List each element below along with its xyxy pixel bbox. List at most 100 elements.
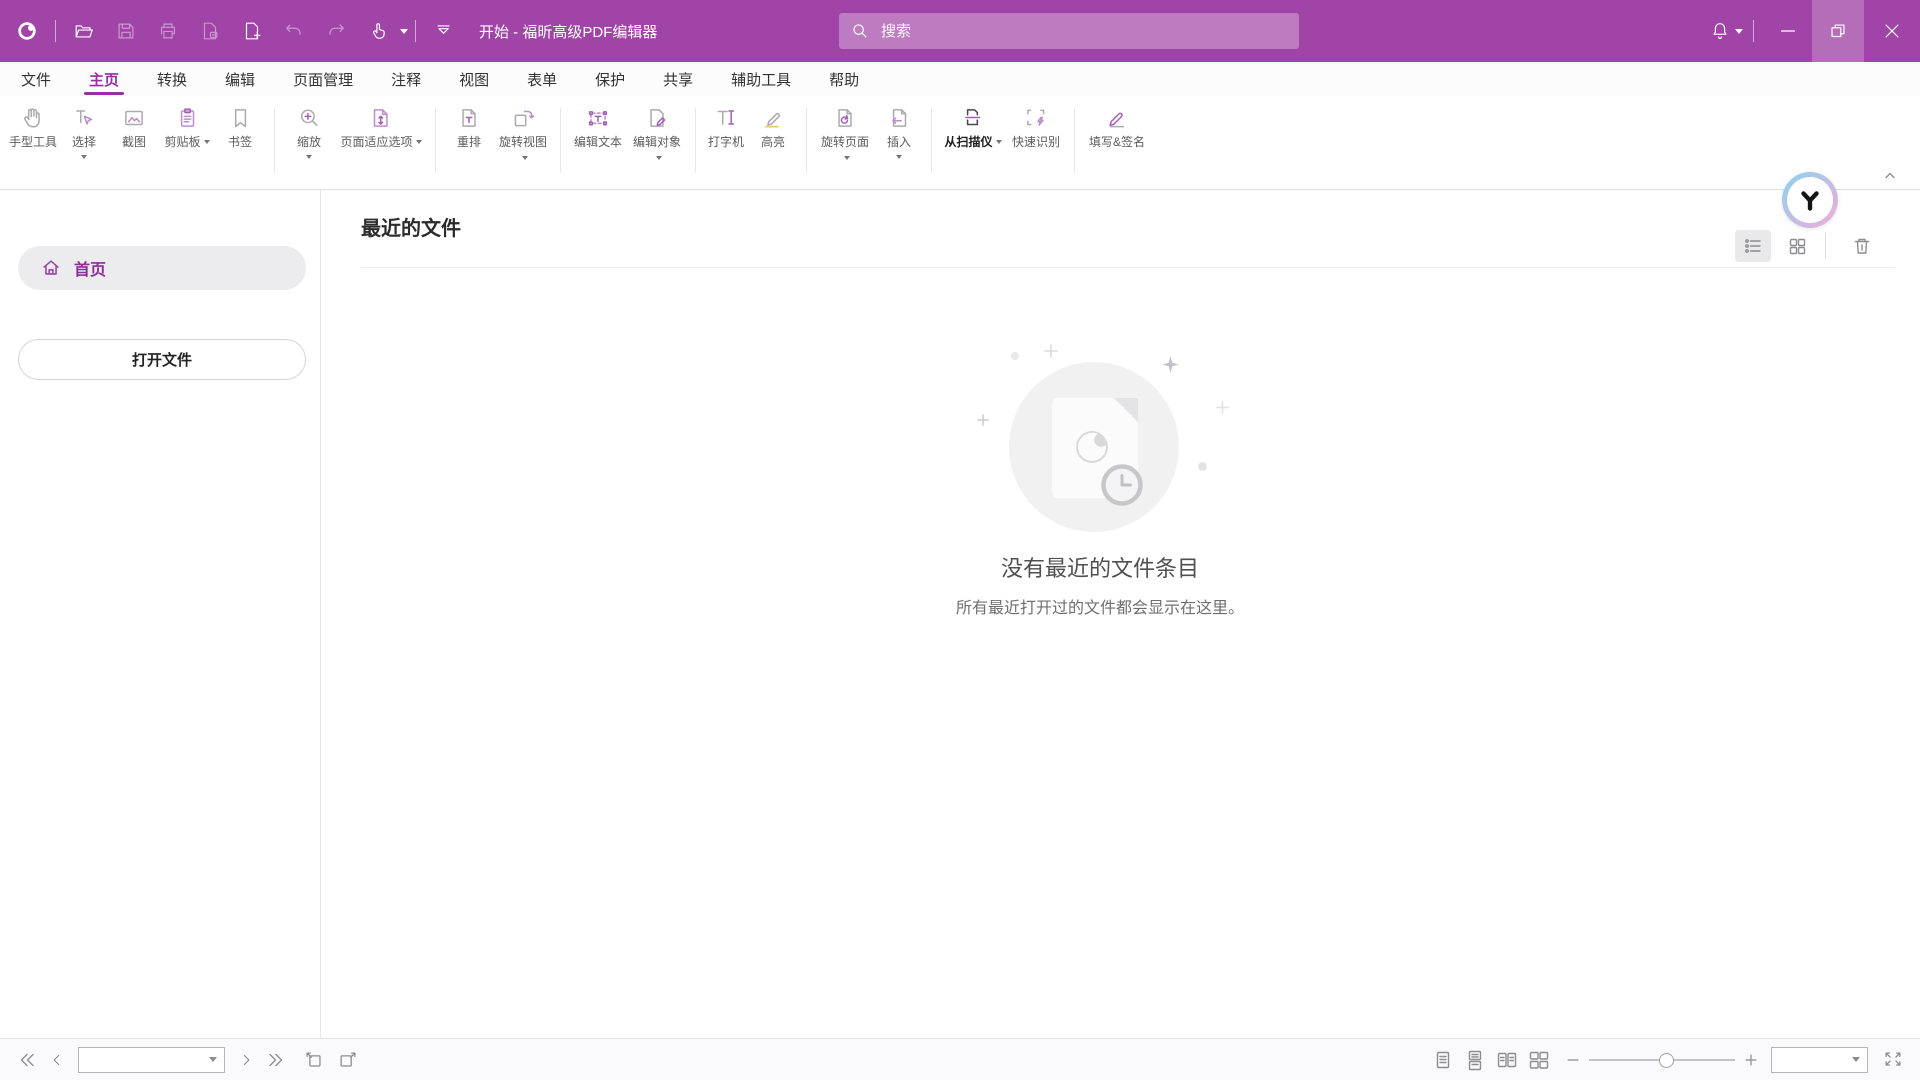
notification-bell-icon[interactable]	[1708, 19, 1732, 43]
clipboard-button[interactable]: 剪贴板	[162, 96, 212, 189]
undo-icon[interactable]	[282, 19, 306, 43]
open-file-button[interactable]: 打开文件	[18, 339, 306, 380]
ribbon-display-icon[interactable]	[432, 19, 456, 43]
tab-view[interactable]: 视图	[440, 62, 508, 96]
dropdown-caret	[81, 155, 87, 159]
tab-share[interactable]: 共享	[644, 62, 712, 96]
page-number-combobox[interactable]	[78, 1047, 225, 1073]
home-label: 首页	[74, 256, 106, 280]
tab-page-management[interactable]: 页面管理	[274, 62, 372, 96]
edit-text-icon	[585, 105, 611, 131]
zoom-button[interactable]: 缩放	[285, 96, 333, 189]
tab-home[interactable]: 主页	[70, 62, 138, 96]
create-pdf-icon[interactable]	[240, 19, 264, 43]
restore-button[interactable]	[1812, 0, 1864, 62]
page-fit-options-button[interactable]: 页面适应选项	[337, 96, 425, 189]
recent-files-title: 最近的文件	[361, 212, 461, 241]
view-tools	[1727, 230, 1880, 262]
fill-sign-button[interactable]: 填写&签名	[1085, 96, 1149, 189]
page-combo-caret[interactable]	[209, 1057, 217, 1062]
window-title: 开始 - 福昕高级PDF编辑器	[479, 21, 657, 42]
group-separator	[560, 108, 561, 173]
search-box[interactable]	[839, 13, 1299, 49]
select-tool-button[interactable]: 选择	[62, 96, 106, 189]
continuous-view-button[interactable]	[1463, 1049, 1485, 1071]
quick-ocr-button[interactable]: OCR 快速识别	[1008, 96, 1064, 189]
empty-state-illustration	[950, 320, 1270, 570]
dropdown-caret	[416, 140, 422, 144]
view-tools-separator	[1825, 233, 1826, 259]
facing-continuous-view-button[interactable]	[1527, 1049, 1549, 1071]
notification-caret[interactable]	[1735, 29, 1743, 34]
hand-icon	[20, 105, 46, 131]
collapse-ribbon-icon[interactable]	[1882, 168, 1898, 182]
last-page-button[interactable]	[265, 1049, 287, 1071]
zoom-combo-caret[interactable]	[1852, 1057, 1860, 1062]
ribbon-toolbar: 手型工具 选择 截图 剪贴板 书签 缩放 页面适应选项	[0, 96, 1920, 190]
group-separator	[695, 108, 696, 173]
tab-protect[interactable]: 保护	[576, 62, 644, 96]
save-icon[interactable]	[114, 19, 138, 43]
tab-form[interactable]: 表单	[508, 62, 576, 96]
group-separator	[806, 108, 807, 173]
clear-recent-button[interactable]	[1844, 230, 1880, 262]
typewriter-button[interactable]: 打字机	[706, 96, 746, 189]
dropdown-caret	[896, 155, 902, 159]
close-document-icon[interactable]	[198, 19, 222, 43]
minimize-button[interactable]	[1764, 0, 1812, 62]
page-fit-icon	[368, 105, 394, 131]
close-button[interactable]	[1864, 0, 1920, 62]
zoom-slider-thumb[interactable]	[1659, 1053, 1674, 1068]
assistant-badge[interactable]	[1782, 172, 1838, 228]
next-view-button[interactable]	[337, 1049, 359, 1071]
fullscreen-button[interactable]	[1882, 1049, 1904, 1071]
highlight-button[interactable]: 高亮	[750, 96, 796, 189]
group-separator	[931, 108, 932, 173]
edit-object-icon	[644, 105, 670, 131]
search-icon	[851, 22, 869, 40]
redo-icon[interactable]	[324, 19, 348, 43]
list-view-button[interactable]	[1735, 230, 1771, 262]
bookmark-button[interactable]: 书签	[216, 96, 264, 189]
search-input[interactable]	[879, 22, 1287, 41]
rotate-pages-button[interactable]: 旋转页面	[817, 96, 873, 189]
clock-icon	[1100, 463, 1144, 507]
prev-page-button[interactable]	[48, 1051, 66, 1069]
rotate-view-button[interactable]: 旋转视图	[496, 96, 550, 189]
zoom-slider[interactable]	[1589, 1053, 1735, 1067]
sparkle-dot	[1198, 462, 1207, 471]
zoom-in-button[interactable]	[1743, 1052, 1759, 1068]
group-separator	[1074, 108, 1075, 173]
zoom-level-input[interactable]	[1772, 1052, 1852, 1067]
tab-edit[interactable]: 编辑	[206, 62, 274, 96]
touch-mode-icon[interactable]	[366, 19, 390, 43]
tab-file[interactable]: 文件	[2, 62, 70, 96]
zoom-level-combobox[interactable]	[1771, 1047, 1868, 1073]
recent-files-panel: 最近的文件	[321, 190, 1920, 1038]
reflow-button[interactable]: 重排	[446, 96, 492, 189]
hand-tool-button[interactable]: 手型工具	[8, 96, 58, 189]
insert-pages-button[interactable]: 插入	[877, 96, 921, 189]
from-scanner-button[interactable]: 从扫描仪	[942, 96, 1004, 189]
print-icon[interactable]	[156, 19, 180, 43]
grid-view-button[interactable]	[1779, 230, 1815, 262]
edit-text-button[interactable]: 编辑文本	[571, 96, 625, 189]
page-number-input[interactable]	[79, 1052, 209, 1067]
dropdown-caret	[306, 155, 312, 159]
next-page-button[interactable]	[237, 1051, 255, 1069]
tab-comment[interactable]: 注释	[372, 62, 440, 96]
tab-accessibility[interactable]: 辅助工具	[712, 62, 810, 96]
edit-object-button[interactable]: 编辑对象	[629, 96, 685, 189]
previous-view-button[interactable]	[303, 1049, 325, 1071]
page-navigation	[16, 1039, 359, 1080]
first-page-button[interactable]	[16, 1049, 38, 1071]
single-page-view-button[interactable]	[1431, 1049, 1453, 1071]
touch-mode-caret[interactable]	[400, 29, 408, 34]
tab-convert[interactable]: 转换	[138, 62, 206, 96]
sidebar-item-home[interactable]: 首页	[18, 246, 306, 290]
open-file-icon[interactable]	[72, 19, 96, 43]
tab-help[interactable]: 帮助	[810, 62, 878, 96]
snapshot-button[interactable]: 截图	[110, 96, 158, 189]
facing-view-button[interactable]	[1495, 1049, 1517, 1071]
zoom-out-button[interactable]	[1565, 1052, 1581, 1068]
